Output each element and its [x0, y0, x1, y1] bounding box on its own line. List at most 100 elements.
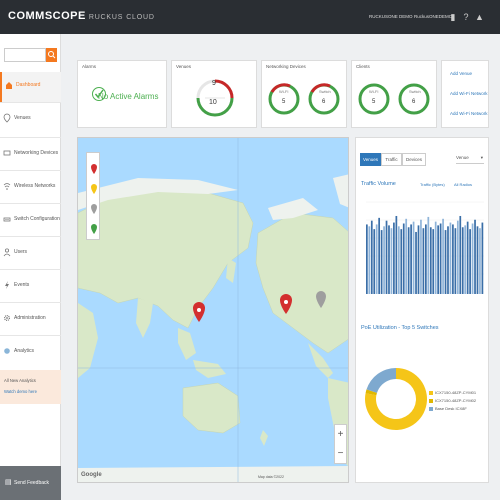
traffic-bar — [427, 216, 430, 294]
networking-devices-card[interactable]: Networking Devices Wi-Fi 5 Switch 6 — [261, 60, 347, 128]
product-name: RUCKUS — [88, 14, 124, 21]
home-icon — [6, 82, 12, 89]
venue-map[interactable]: + − Google Map data ©2022 — [77, 137, 349, 483]
traffic-bar — [420, 219, 422, 294]
tab-venues[interactable]: Venues — [360, 153, 381, 166]
venue-select[interactable]: Venue ▾ — [456, 155, 484, 164]
traffic-bar — [461, 227, 464, 294]
product-suffix: CLOUD — [126, 14, 155, 21]
traffic-bar — [476, 226, 479, 294]
switch-devices-label: Switch — [319, 89, 331, 94]
traffic-bar — [385, 220, 388, 294]
sidebar-item-networking-devices[interactable]: Networking Devices — [0, 140, 61, 170]
traffic-bar — [425, 224, 427, 294]
switch-clients-count: 6 — [412, 99, 416, 105]
add-network-link-2[interactable]: Add Wi-Fi Network — [450, 111, 488, 116]
divider — [0, 137, 61, 138]
help-icon[interactable]: ? — [462, 11, 470, 23]
user-icon[interactable]: ▲ — [475, 11, 484, 23]
traffic-bar — [481, 222, 484, 294]
bolt-icon — [5, 281, 9, 289]
brand-name: COMMSCOPE — [8, 10, 86, 22]
tab-devices[interactable]: Devices — [402, 153, 426, 166]
analytics-promo-title: All New Analytics — [4, 378, 36, 383]
switch-clients-label: Switch — [409, 89, 421, 94]
traffic-bar — [415, 231, 417, 294]
traffic-bar — [444, 230, 447, 294]
feedback-icon: ▤ — [5, 479, 12, 486]
wifi-clients-ring — [358, 83, 390, 115]
traffic-bar — [474, 219, 476, 294]
legend-swatch — [429, 390, 433, 395]
bell-icon[interactable]: ▮ — [449, 11, 457, 23]
traffic-radio-select[interactable]: All Radios — [454, 182, 472, 187]
sidebar-item-label: Wireless Networks — [14, 183, 56, 189]
traffic-volume-chart — [366, 201, 484, 294]
legend-swatch — [429, 398, 433, 403]
alarms-card[interactable]: Alarms No Active Alarms — [77, 60, 167, 128]
card-title: Venues — [176, 64, 192, 69]
traffic-bar — [471, 223, 474, 294]
sidebar-item-events[interactable]: Events — [0, 272, 61, 302]
poe-legend-item: ICX7150-48ZP-CYM01 — [429, 390, 476, 395]
sidebar-item-label: Venues — [14, 115, 31, 121]
traffic-bar — [442, 218, 444, 294]
traffic-bar — [464, 225, 467, 294]
divider — [0, 335, 61, 336]
tab-traffic[interactable]: Traffic — [381, 153, 402, 166]
add-venue-link[interactable]: Add Venue — [450, 71, 472, 76]
legend-markers — [91, 164, 97, 234]
traffic-bar — [410, 224, 412, 294]
traffic-bar — [395, 215, 398, 294]
donut-slice — [366, 368, 396, 393]
sidebar-item-users[interactable]: Users — [0, 239, 61, 269]
traffic-bar — [407, 227, 410, 294]
traffic-bar — [432, 229, 435, 294]
divider — [0, 203, 61, 204]
sidebar-item-administration[interactable]: Administration — [0, 305, 61, 335]
traffic-bar — [417, 225, 420, 294]
search-button[interactable] — [46, 48, 57, 62]
search-input[interactable] — [4, 48, 46, 62]
sidebar-item-wireless-networks[interactable]: Wireless Networks — [0, 173, 61, 203]
venues-top-count: 9 — [212, 80, 216, 87]
analytics-promo-link[interactable]: Watch demo here — [4, 389, 37, 394]
map-credit[interactable]: Map data ©2022 — [258, 475, 284, 479]
send-feedback-button[interactable]: ▤ Send Feedback — [0, 466, 61, 500]
traffic-bar — [368, 226, 371, 294]
traffic-bar — [449, 222, 452, 294]
traffic-metric-select[interactable]: Traffic (Bytes) — [420, 182, 445, 187]
chevron-down-icon: ▾ — [480, 155, 483, 160]
traffic-bar — [383, 226, 385, 294]
divider — [0, 102, 61, 103]
card-title: Alarms — [82, 64, 97, 69]
venues-bottom-count: 10 — [209, 99, 217, 106]
sidebar-item-switch-configuration[interactable]: Switch Configuration — [0, 206, 61, 236]
traffic-bar — [429, 227, 432, 294]
traffic-panel: Venues Traffic Devices Venue ▾ Traffic V… — [355, 137, 489, 483]
analytics-promo[interactable]: All New Analytics Watch demo here — [0, 370, 61, 404]
switch-devices-ring — [308, 83, 340, 115]
analytics-icon — [4, 348, 10, 354]
search-icon — [48, 51, 56, 59]
legend-swatch — [429, 406, 433, 411]
zoom-out-button[interactable]: − — [335, 444, 346, 463]
tenant-name[interactable]: RuckusONEDEMO — [414, 14, 452, 19]
sidebar-item-analytics[interactable]: Analytics — [0, 338, 61, 368]
sidebar-item-dashboard[interactable]: Dashboard — [0, 72, 61, 102]
wifi-devices-count: 5 — [282, 99, 286, 105]
poe-utilization-title: PoE Utilization - Top 5 Switches — [361, 325, 439, 331]
traffic-bars — [366, 215, 484, 294]
switch-devices-count: 6 — [322, 99, 326, 105]
user-name[interactable]: RUCKUSONE DEMO — [369, 14, 413, 19]
sidebar-item-label: Switch Configuration — [14, 216, 60, 222]
clients-card[interactable]: Clients Wi-Fi 5 Switch 6 — [351, 60, 437, 128]
card-title: Clients — [356, 64, 370, 69]
traffic-bar — [469, 229, 471, 294]
add-network-link[interactable]: Add Wi-Fi Network — [450, 91, 488, 96]
zoom-in-button[interactable]: + — [335, 425, 346, 444]
sidebar-item-venues[interactable]: Venues — [0, 105, 61, 135]
venues-card[interactable]: Venues 9 10 — [171, 60, 257, 128]
venues-ring — [196, 79, 234, 117]
sidebar: Dashboard Venues Networking Devices Wire… — [0, 34, 61, 500]
